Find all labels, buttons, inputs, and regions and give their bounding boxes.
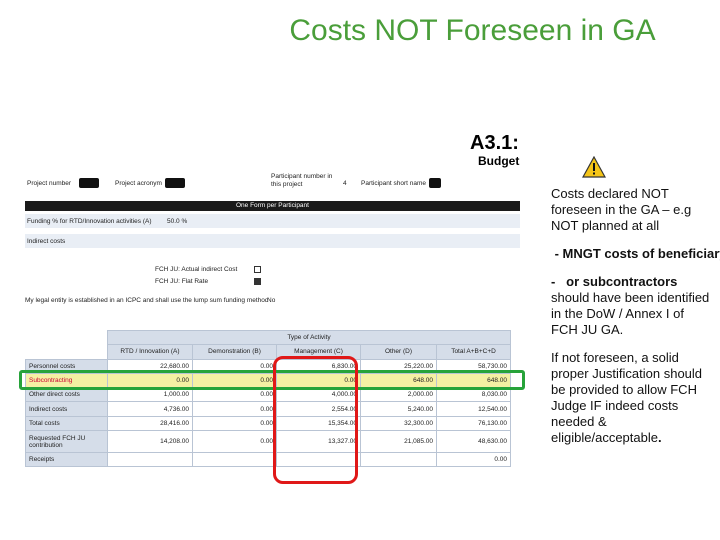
table-row: Requested FCH JU contribution 14,208.00 …	[25, 430, 511, 454]
table-row: Indirect costs 4,736.00 0.00 2,554.00 5,…	[25, 401, 511, 417]
legal-entity-label: My legal entity is established in an ICP…	[25, 297, 269, 304]
subcontracting-highlight-box	[19, 370, 525, 390]
note-mngt-costs: - MNGT costs of beneficiary 2,	[554, 246, 720, 261]
table-row: Total costs 28,416.00 0.00 15,354.00 32,…	[25, 415, 511, 432]
note-not-foreseen: Costs declared NOT foreseen in the GA – …	[551, 186, 692, 233]
col-total: Total A+B+C+D	[436, 344, 511, 360]
participant-short-name-label: Participant short name	[361, 180, 427, 187]
participant-number-label: Participant number in this project	[271, 173, 333, 188]
side-notes: Costs declared NOT foreseen in the GA – …	[551, 186, 720, 458]
funding-label: Funding % for RTD/Innovation activities …	[27, 218, 152, 225]
project-acronym-label: Project acronym	[115, 180, 162, 187]
note-subcontractors: - or subcontractors should have been ide…	[551, 274, 710, 337]
management-column-highlight-box	[273, 356, 358, 484]
project-number-label: Project number	[27, 180, 72, 187]
fch-flat-label: FCH JU: Flat Rate	[155, 278, 209, 285]
col-demo: Demonstration (B)	[192, 344, 277, 360]
fch-flat-checkbox	[254, 278, 261, 285]
participant-number-value: 4	[343, 180, 347, 187]
project-number-redacted	[79, 178, 99, 188]
slide-title: Costs NOT Foreseen in GA	[289, 14, 656, 47]
one-form-banner: One Form per Participant	[25, 201, 520, 211]
legal-entity-value: No	[267, 297, 276, 304]
note-justification: If not foreseen, a solid proper Justific…	[551, 350, 703, 445]
table-row: Receipts 0.00	[25, 452, 511, 468]
participant-short-name-redacted	[429, 178, 441, 188]
fch-actual-checkbox	[254, 266, 261, 273]
warning-triangle-icon	[582, 156, 606, 178]
fch-actual-label: FCH JU: Actual indirect Cost	[155, 266, 238, 273]
funding-value: 50.0 %	[167, 218, 188, 225]
project-acronym-redacted	[165, 178, 185, 188]
type-of-activity-header: Type of Activity	[107, 329, 511, 346]
indirect-costs-label: Indirect costs	[27, 238, 66, 245]
col-rtd: RTD / Innovation (A)	[107, 344, 193, 360]
col-other: Other (D)	[360, 344, 437, 360]
